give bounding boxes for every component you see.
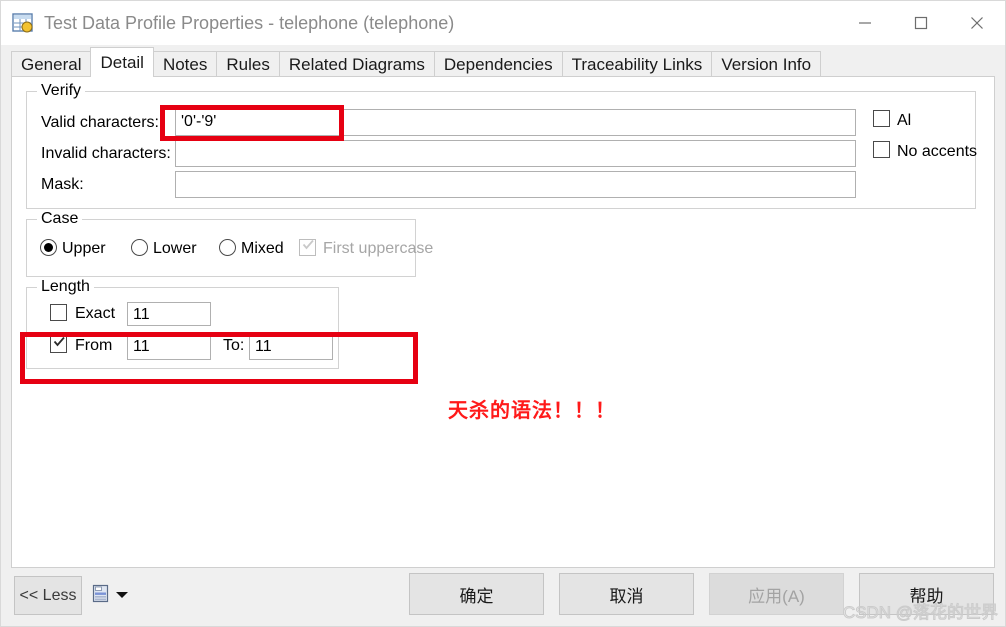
- case-upper-label: Upper: [62, 240, 106, 257]
- minimize-icon[interactable]: [837, 1, 893, 45]
- case-lower-label: Lower: [153, 240, 197, 257]
- from-label: From: [75, 337, 113, 354]
- less-button[interactable]: << Less: [14, 576, 82, 615]
- invalid-characters-label: Invalid characters:: [41, 145, 171, 162]
- to-label: To:: [223, 337, 245, 354]
- tab-version-info[interactable]: Version Info: [711, 51, 822, 76]
- verify-group: Verify Valid characters: '0'-'9' Invalid…: [26, 82, 978, 209]
- case-group: Case Upper Lower Mixed First uppercase: [26, 210, 433, 277]
- first-uppercase-checkbox: [299, 239, 316, 256]
- tab-traceability-links[interactable]: Traceability Links: [561, 51, 713, 76]
- length-group-label: Length: [37, 278, 94, 296]
- tab-dependencies[interactable]: Dependencies: [433, 51, 563, 76]
- to-value-input[interactable]: 11: [249, 334, 333, 360]
- tab-strip: General Detail Notes Rules Related Diagr…: [1, 45, 1005, 77]
- exact-label: Exact: [75, 305, 116, 322]
- title-bar: Test Data Profile Properties - telephone…: [1, 1, 1005, 45]
- print-icon[interactable]: [91, 584, 111, 604]
- tab-general[interactable]: General: [11, 51, 92, 76]
- case-group-label: Case: [37, 210, 83, 228]
- help-button[interactable]: 帮助: [859, 573, 994, 615]
- mask-label: Mask:: [41, 176, 84, 193]
- verify-group-label: Verify: [37, 82, 86, 100]
- cancel-button[interactable]: 取消: [559, 573, 694, 615]
- window-controls: [837, 1, 1005, 45]
- no-accents-checkbox[interactable]: [873, 141, 890, 158]
- case-mixed-radio[interactable]: [219, 239, 236, 256]
- case-mixed-label: Mixed: [241, 240, 284, 257]
- case-lower-radio[interactable]: [131, 239, 148, 256]
- all-checkbox-label: Al: [897, 112, 912, 129]
- dialog-footer: << Less 确定 取消 应用(A) 帮助: [1, 568, 1005, 626]
- first-uppercase-label: First uppercase: [323, 240, 434, 257]
- exact-checkbox[interactable]: [50, 304, 67, 321]
- invalid-characters-input[interactable]: [175, 140, 856, 167]
- exact-value-input[interactable]: 11: [127, 302, 211, 326]
- window-title: Test Data Profile Properties - telephone…: [44, 12, 455, 33]
- close-icon[interactable]: [949, 1, 1005, 45]
- table-properties-icon: [12, 12, 34, 34]
- tab-panel-detail: Verify Valid characters: '0'-'9' Invalid…: [11, 76, 995, 568]
- maximize-icon[interactable]: [893, 1, 949, 45]
- tab-rules[interactable]: Rules: [216, 51, 280, 76]
- case-upper-radio[interactable]: [40, 239, 57, 256]
- from-checkbox[interactable]: [50, 336, 67, 353]
- length-group: Length Exact 11 From 11 To: 11: [26, 278, 339, 369]
- valid-characters-input[interactable]: '0'-'9': [175, 109, 856, 136]
- no-accents-checkbox-label: No accents: [897, 143, 978, 160]
- all-checkbox[interactable]: [873, 110, 890, 127]
- from-value-input[interactable]: 11: [127, 334, 211, 360]
- valid-characters-label: Valid characters:: [41, 114, 159, 131]
- ok-button[interactable]: 确定: [409, 573, 544, 615]
- annotation-text: 天杀的语法！！！: [448, 400, 616, 422]
- apply-button: 应用(A): [709, 573, 844, 615]
- dialog-window: Test Data Profile Properties - telephone…: [0, 0, 1006, 627]
- tab-notes[interactable]: Notes: [152, 51, 218, 76]
- tab-detail[interactable]: Detail: [90, 47, 154, 77]
- chevron-down-icon[interactable]: [116, 592, 128, 598]
- mask-input[interactable]: [175, 171, 856, 198]
- tab-related-diagrams[interactable]: Related Diagrams: [278, 51, 435, 76]
